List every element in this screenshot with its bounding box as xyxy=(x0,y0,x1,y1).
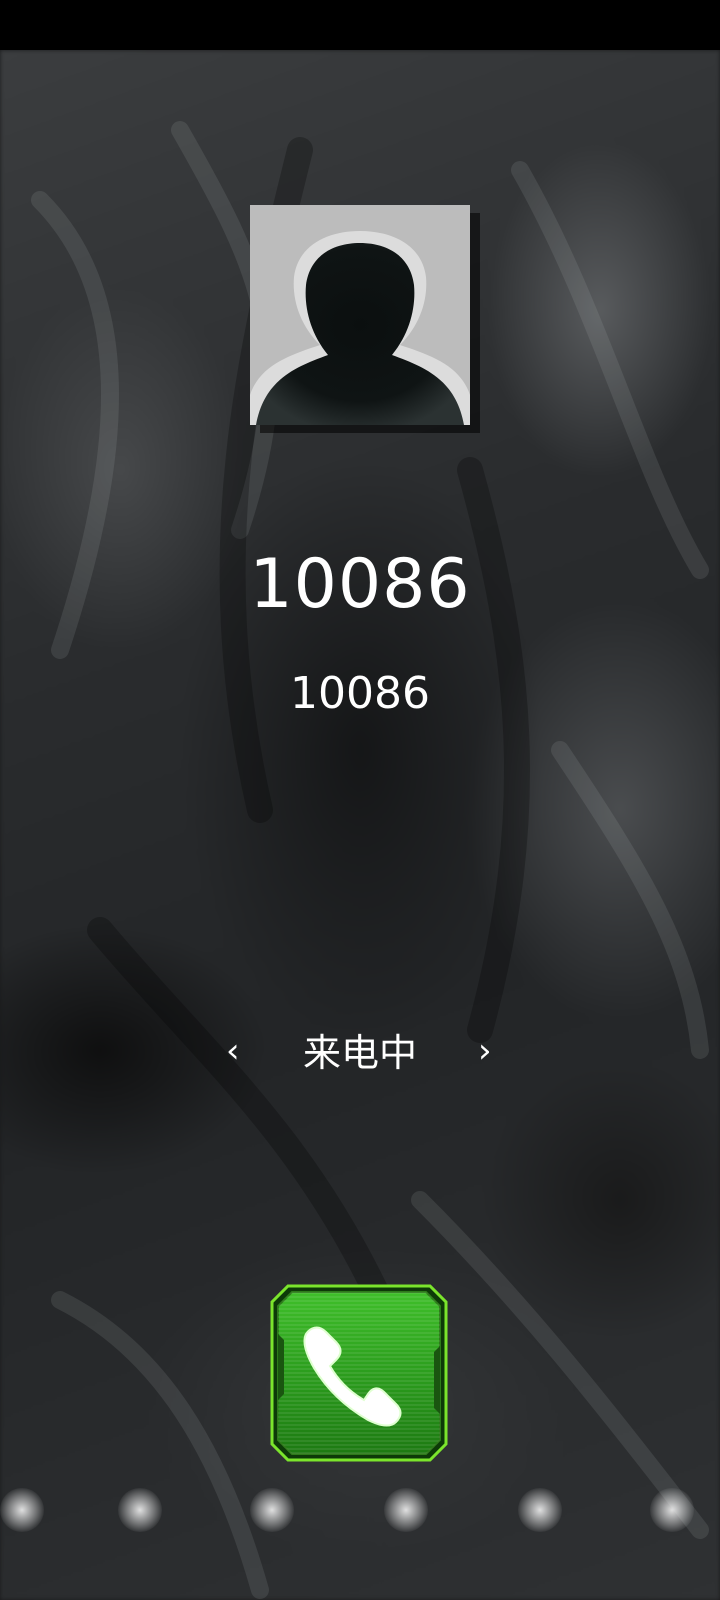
answer-call-button[interactable] xyxy=(270,1284,448,1462)
caller-name: 10086 xyxy=(249,545,471,624)
indicator-dot xyxy=(518,1488,562,1532)
indicator-dot xyxy=(650,1488,694,1532)
phone-icon xyxy=(270,1284,448,1462)
chevron-right-icon: › xyxy=(478,1031,492,1071)
call-status-row: ‹ 来电中 › xyxy=(0,1025,720,1081)
indicator-dot xyxy=(384,1488,428,1532)
call-status-label: 来电中 xyxy=(302,1031,417,1075)
incoming-call-screen: 10086 10086 ‹ 来电中 › xyxy=(0,0,720,1600)
indicator-dot xyxy=(118,1488,162,1532)
indicator-dot xyxy=(0,1488,44,1532)
person-silhouette-icon xyxy=(250,231,470,425)
caller-number: 10086 xyxy=(290,668,430,719)
indicator-dot xyxy=(250,1488,294,1532)
caller-avatar xyxy=(250,205,470,425)
swipe-indicator-dots xyxy=(0,1488,720,1548)
status-bar xyxy=(0,0,720,50)
